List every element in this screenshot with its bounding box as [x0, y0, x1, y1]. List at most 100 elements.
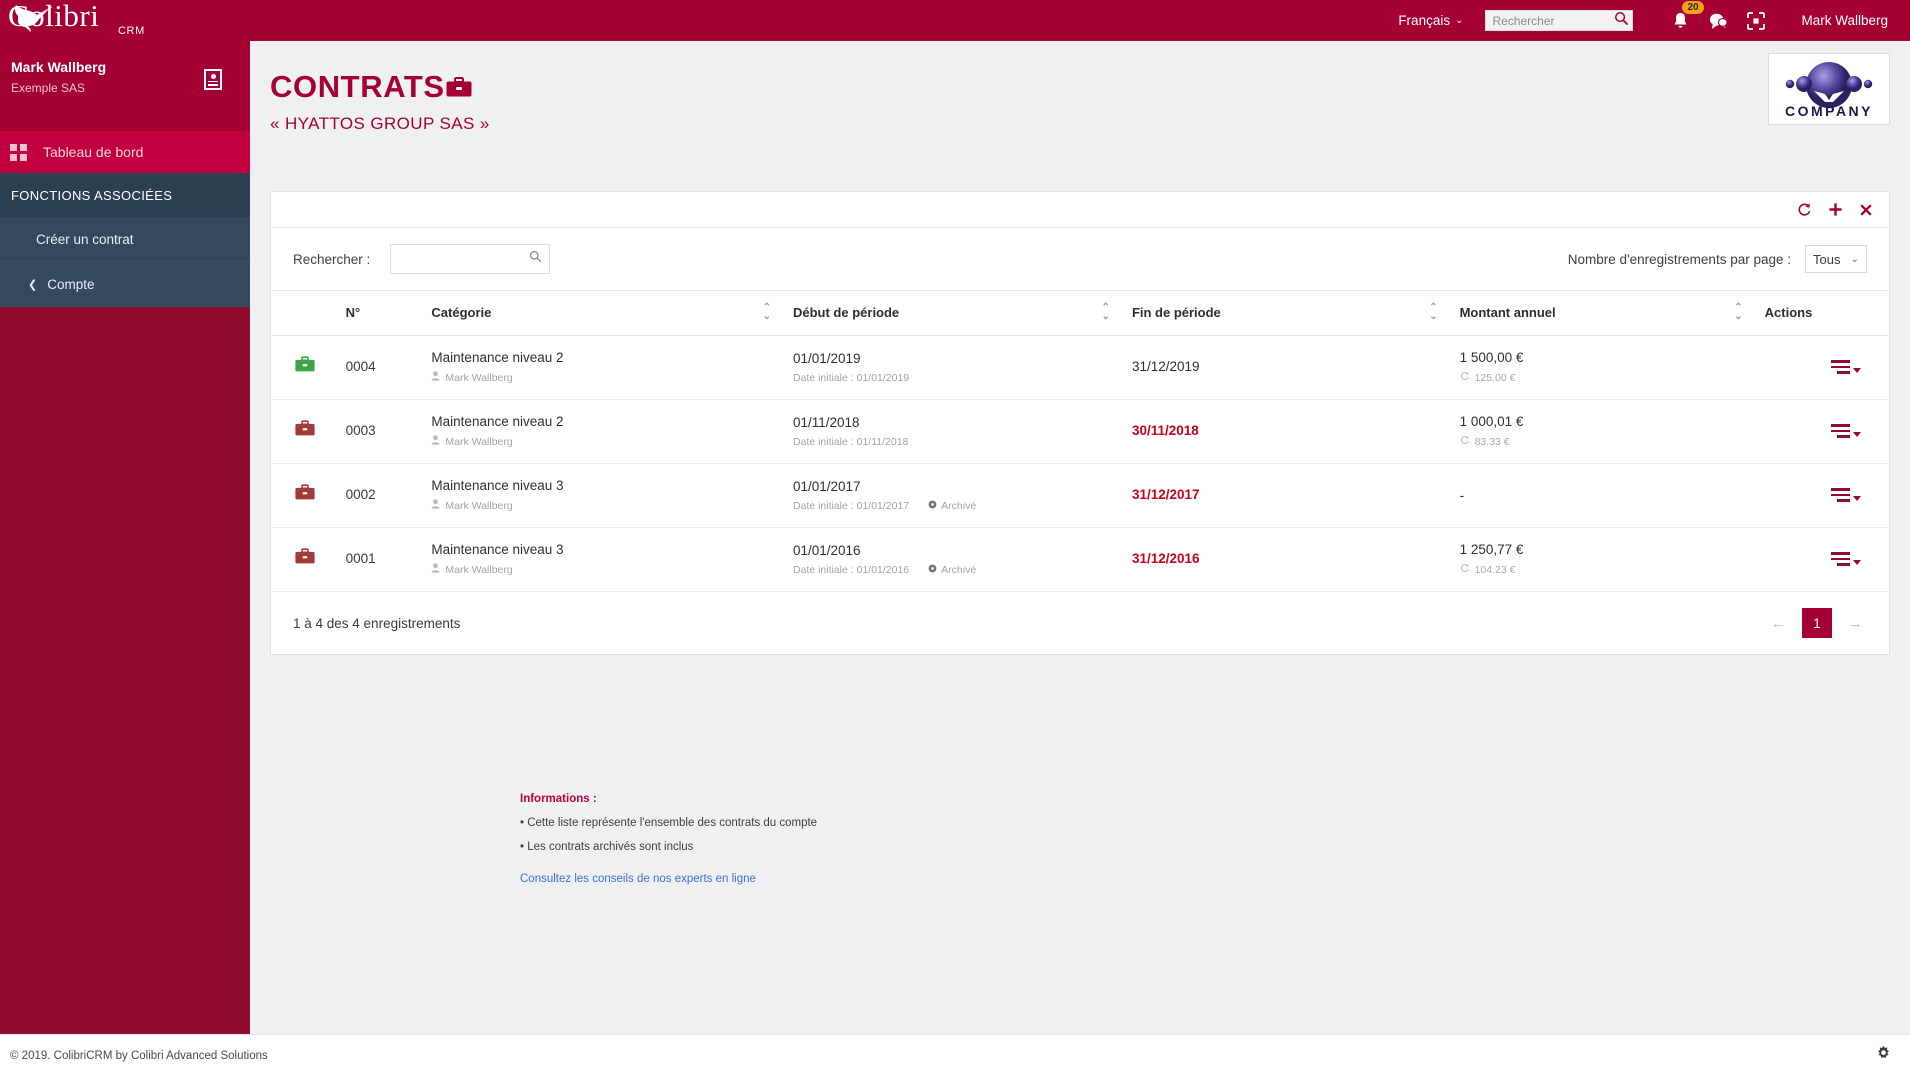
notifications-button[interactable]: 20	[1661, 0, 1704, 41]
row-actions-menu-icon[interactable]	[1831, 488, 1850, 502]
col-category[interactable]: Catégorie ⌃ ⌄	[431, 290, 793, 336]
col-number[interactable]: N°	[345, 290, 432, 336]
refresh-icon[interactable]	[1797, 202, 1812, 217]
chevron-left-icon: ❮	[28, 278, 38, 291]
panel-footer: 1 à 4 des 4 enregistrements ← 1 →	[271, 592, 1889, 654]
brand-logo[interactable]: Colibri CRM	[0, 0, 250, 41]
sidebar-item-label-account: Compte	[47, 276, 95, 292]
row-amount: 1 250,77 € 104.23 €	[1459, 527, 1765, 592]
row-amount: -	[1459, 463, 1765, 528]
briefcase-icon	[295, 356, 315, 377]
caret-down-icon[interactable]	[1853, 495, 1861, 501]
filter-search-label: Rechercher :	[293, 251, 371, 267]
row-actions[interactable]	[1764, 527, 1889, 592]
pagination: ← 1 →	[1767, 608, 1867, 638]
sidebar-item-dashboard[interactable]: Tableau de bord	[0, 131, 250, 173]
row-end-value: 31/12/2017	[1131, 487, 1200, 502]
col-category-label: Catégorie	[431, 304, 492, 320]
col-start[interactable]: Début de période ⌃ ⌄	[792, 290, 1132, 336]
sidebar-item-account[interactable]: ❮ Compte	[0, 262, 250, 307]
col-amount-label: Montant annuel	[1459, 304, 1556, 320]
chevron-down-icon: ⌄	[1850, 253, 1859, 265]
main-content: CONTRATS « HYATTOS GROUP SAS » COMPANY R…	[250, 41, 1910, 1034]
person-icon	[431, 563, 440, 576]
fullscreen-button[interactable]	[1737, 0, 1775, 41]
sidebar-user-org: Exemple SAS	[11, 81, 86, 95]
filter-search-input[interactable]	[399, 252, 530, 266]
pagination-page-1[interactable]: 1	[1802, 608, 1832, 638]
add-icon[interactable]	[1828, 202, 1843, 217]
row-end-date: 31/12/2016	[1131, 527, 1460, 592]
col-end[interactable]: Fin de période ⌃ ⌄	[1131, 290, 1460, 336]
user-menu[interactable]: Mark Wallberg	[1801, 13, 1888, 28]
table-row[interactable]: 0001 Maintenance niveau 3 Mark Wallberg 01/…	[271, 527, 1889, 592]
language-selector[interactable]: Français ⌄	[1398, 13, 1463, 28]
col-amount[interactable]: Montant annuel ⌃ ⌄	[1459, 290, 1765, 336]
record-count: 1 à 4 des 4 enregistrements	[293, 615, 461, 631]
row-owner: Mark Wallberg	[431, 499, 793, 512]
sort-icon[interactable]: ⌃ ⌄	[763, 303, 771, 322]
information-line-2: • Les contrats archivés sont inclus	[520, 841, 694, 853]
sort-icon[interactable]: ⌃ ⌄	[1734, 303, 1742, 322]
row-actions-menu-icon[interactable]	[1831, 424, 1850, 438]
close-icon[interactable]	[1859, 203, 1873, 217]
brand-subtitle: CRM	[118, 25, 145, 37]
archived-badge: Archivé	[928, 500, 976, 512]
per-page-select[interactable]: Tous ⌄	[1805, 245, 1867, 273]
footer-bar: © 2019. ColibriCRM by Colibri Advanced S…	[0, 1034, 1910, 1076]
recurring-icon	[1460, 371, 1470, 384]
table-row[interactable]: 0004 Maintenance niveau 2 Mark Wallberg 01/…	[271, 335, 1889, 400]
search-icon[interactable]	[1614, 11, 1629, 31]
row-actions-menu-icon[interactable]	[1831, 360, 1850, 374]
filter-search-box[interactable]	[390, 244, 551, 274]
col-number-label: N°	[345, 304, 361, 320]
row-status-icon-cell	[271, 399, 346, 464]
archive-icon	[928, 564, 937, 576]
row-amount-monthly: 83.33 €	[1460, 435, 1765, 448]
sidebar-item-label-dashboard: Tableau de bord	[43, 144, 144, 160]
caret-down-icon[interactable]	[1853, 367, 1861, 373]
row-actions[interactable]	[1764, 463, 1889, 528]
row-start-date: 01/01/2016 Date initiale : 01/01/2016 Arch…	[792, 527, 1132, 592]
sort-icon[interactable]: ⌃ ⌄	[1429, 303, 1437, 322]
gear-icon[interactable]	[1875, 1045, 1892, 1067]
row-status-icon-cell	[271, 463, 346, 528]
messages-button[interactable]	[1699, 0, 1737, 41]
search-input[interactable]	[1492, 13, 1615, 28]
caret-down-icon[interactable]	[1853, 431, 1861, 437]
sidebar-item-create-contract[interactable]: Créer un contrat	[0, 217, 250, 262]
pagination-next[interactable]: →	[1844, 615, 1867, 632]
briefcase-icon	[295, 548, 315, 569]
recurring-icon	[1460, 435, 1470, 448]
row-number: 0001	[345, 527, 432, 592]
row-category-label: Maintenance niveau 2	[431, 350, 564, 365]
search-icon	[529, 250, 542, 268]
caret-down-icon[interactable]	[1853, 559, 1861, 565]
page-title: CONTRATS	[270, 69, 445, 104]
app-root: Colibri CRM Français ⌄ Rechercher 20 Mar…	[0, 0, 1910, 1076]
col-actions: Actions	[1764, 290, 1889, 336]
contracts-panel: Rechercher : Nombre d'enregistrements pa…	[270, 191, 1890, 655]
sidebar-user-name: Mark Wallberg	[11, 59, 107, 75]
row-start-initial: Date initiale : 01/01/2019	[792, 371, 910, 384]
row-actions[interactable]	[1764, 335, 1889, 400]
contact-card-icon[interactable]	[204, 69, 222, 90]
row-start-value: 01/01/2017	[792, 478, 861, 494]
table-header-row: N° Catégorie ⌃ ⌄ Début de période ⌃ ⌄ Fi…	[271, 290, 1889, 336]
table-row[interactable]: 0002 Maintenance niveau 3 Mark Wallberg 01/…	[271, 463, 1889, 528]
briefcase-icon	[295, 484, 315, 505]
row-actions[interactable]	[1764, 399, 1889, 464]
row-actions-menu-icon[interactable]	[1831, 552, 1850, 566]
row-number: 0004	[345, 335, 432, 400]
row-end-value: 31/12/2016	[1131, 551, 1200, 566]
sort-icon[interactable]: ⌃ ⌄	[1102, 303, 1110, 322]
pagination-prev[interactable]: ←	[1767, 615, 1790, 632]
global-search[interactable]	[1485, 10, 1634, 31]
table-row[interactable]: 0003 Maintenance niveau 2 Mark Wallberg 01/…	[271, 399, 1889, 464]
experts-link[interactable]: Consultez les conseils de nos experts en…	[520, 873, 1420, 885]
top-bar-right: Français ⌄ 20	[1398, 0, 1910, 41]
archived-badge: Archivé	[928, 564, 976, 576]
row-amount-value: -	[1459, 487, 1465, 503]
row-status-icon-cell	[271, 335, 346, 400]
sidebar-item-label-create-contract: Créer un contrat	[36, 231, 134, 247]
